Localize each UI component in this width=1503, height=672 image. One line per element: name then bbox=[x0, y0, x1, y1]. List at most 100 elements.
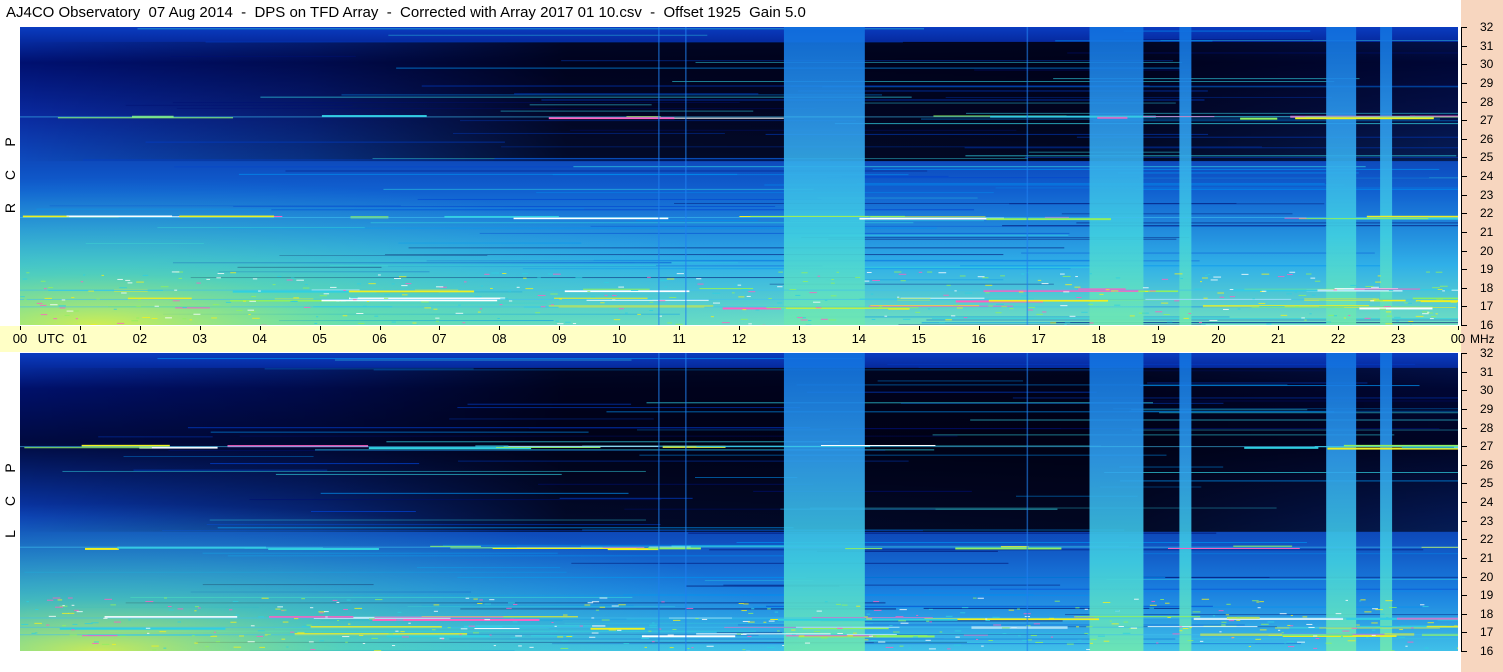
speckle bbox=[721, 322, 730, 324]
texture-streak bbox=[796, 384, 1288, 386]
frequency-tick-label: 27 bbox=[1480, 439, 1494, 454]
speckle bbox=[513, 604, 518, 606]
speckle bbox=[945, 319, 952, 321]
speckle bbox=[1069, 315, 1076, 317]
speckle bbox=[802, 317, 806, 319]
speckle bbox=[1454, 625, 1458, 627]
speckle bbox=[277, 606, 283, 608]
speckle bbox=[737, 284, 742, 286]
texture-streak bbox=[1104, 472, 1458, 474]
texture-streak bbox=[176, 107, 816, 109]
speckle bbox=[1210, 279, 1218, 281]
speckle bbox=[929, 621, 933, 623]
speckle bbox=[797, 317, 803, 319]
speckle bbox=[489, 634, 492, 636]
speckle bbox=[304, 284, 308, 286]
speckle bbox=[174, 289, 178, 291]
speckle bbox=[1379, 308, 1387, 310]
interference-line-segment bbox=[955, 547, 1062, 550]
speckle bbox=[830, 295, 837, 297]
texture-streak bbox=[829, 234, 1069, 236]
speckle bbox=[612, 294, 617, 296]
speckle bbox=[777, 286, 783, 288]
speckle bbox=[954, 290, 957, 292]
frequency-tick-label: 31 bbox=[1480, 38, 1494, 53]
speckle bbox=[584, 604, 591, 606]
speckle bbox=[319, 640, 325, 642]
speckle bbox=[1442, 290, 1445, 292]
speckle bbox=[309, 607, 314, 609]
speckle bbox=[1301, 317, 1305, 319]
speckle bbox=[947, 648, 951, 650]
speckle bbox=[1030, 635, 1037, 637]
speckle bbox=[110, 604, 116, 606]
speckle bbox=[795, 294, 801, 296]
speckle bbox=[560, 647, 569, 649]
speckle bbox=[145, 627, 151, 629]
speckle bbox=[1399, 629, 1403, 631]
speckle bbox=[1086, 626, 1093, 628]
frequency-tick-label: 27 bbox=[1480, 113, 1494, 128]
speckle bbox=[472, 632, 480, 634]
speckle bbox=[20, 296, 25, 298]
speckle bbox=[212, 304, 220, 306]
speckle bbox=[817, 275, 821, 277]
speckle bbox=[412, 322, 417, 324]
frequency-tick-label: 18 bbox=[1480, 280, 1494, 295]
speckle bbox=[1217, 292, 1225, 294]
speckle bbox=[1050, 636, 1054, 638]
speckle bbox=[537, 294, 546, 296]
texture-streak bbox=[264, 368, 474, 370]
vertical-spike bbox=[1026, 27, 1029, 325]
speckle bbox=[548, 273, 553, 275]
speckle bbox=[1372, 629, 1376, 631]
speckle bbox=[510, 637, 518, 639]
speckle bbox=[820, 318, 828, 320]
interference-line-segment bbox=[641, 635, 736, 638]
interference-line bbox=[20, 216, 1458, 218]
speckle bbox=[52, 597, 61, 599]
speckle bbox=[856, 605, 861, 607]
speckle bbox=[1062, 275, 1071, 277]
hour-tick bbox=[1278, 326, 1280, 330]
texture-streak bbox=[974, 69, 1192, 71]
speckle bbox=[589, 636, 596, 638]
speckle bbox=[551, 304, 554, 306]
speckle bbox=[551, 622, 554, 624]
hour-tick bbox=[139, 326, 141, 330]
speckle bbox=[1360, 599, 1366, 601]
frequency-tick bbox=[1461, 557, 1467, 559]
speckle bbox=[985, 284, 993, 286]
speckle bbox=[395, 630, 399, 632]
speckle bbox=[1431, 316, 1436, 318]
speckle bbox=[802, 281, 808, 283]
speckle bbox=[296, 279, 304, 281]
speckle bbox=[712, 292, 721, 294]
speckle bbox=[319, 295, 327, 297]
interference-line bbox=[20, 617, 1458, 619]
frequency-tick-label: 23 bbox=[1480, 513, 1494, 528]
speckle bbox=[1435, 313, 1438, 315]
speckle bbox=[669, 647, 674, 649]
frequency-tick bbox=[1461, 353, 1467, 354]
speckle bbox=[182, 307, 187, 309]
speckle bbox=[233, 646, 242, 648]
speckle bbox=[1111, 623, 1119, 625]
interference-line-segment bbox=[175, 307, 210, 309]
frequency-tick bbox=[1461, 45, 1467, 47]
speckle bbox=[1008, 609, 1015, 611]
speckle bbox=[710, 316, 714, 318]
speckle bbox=[258, 616, 265, 618]
interference-line-segment bbox=[820, 444, 936, 446]
speckle bbox=[48, 615, 56, 617]
frequency-tick bbox=[1461, 194, 1467, 196]
speckle bbox=[236, 309, 243, 311]
speckle bbox=[136, 317, 140, 319]
speckle bbox=[1228, 620, 1235, 622]
speckle bbox=[1420, 604, 1425, 606]
texture-streak bbox=[145, 141, 505, 143]
texture-streak bbox=[449, 418, 654, 420]
frequency-tick-label: 22 bbox=[1480, 532, 1494, 547]
speckle bbox=[963, 317, 968, 319]
texture-streak bbox=[501, 146, 1262, 148]
